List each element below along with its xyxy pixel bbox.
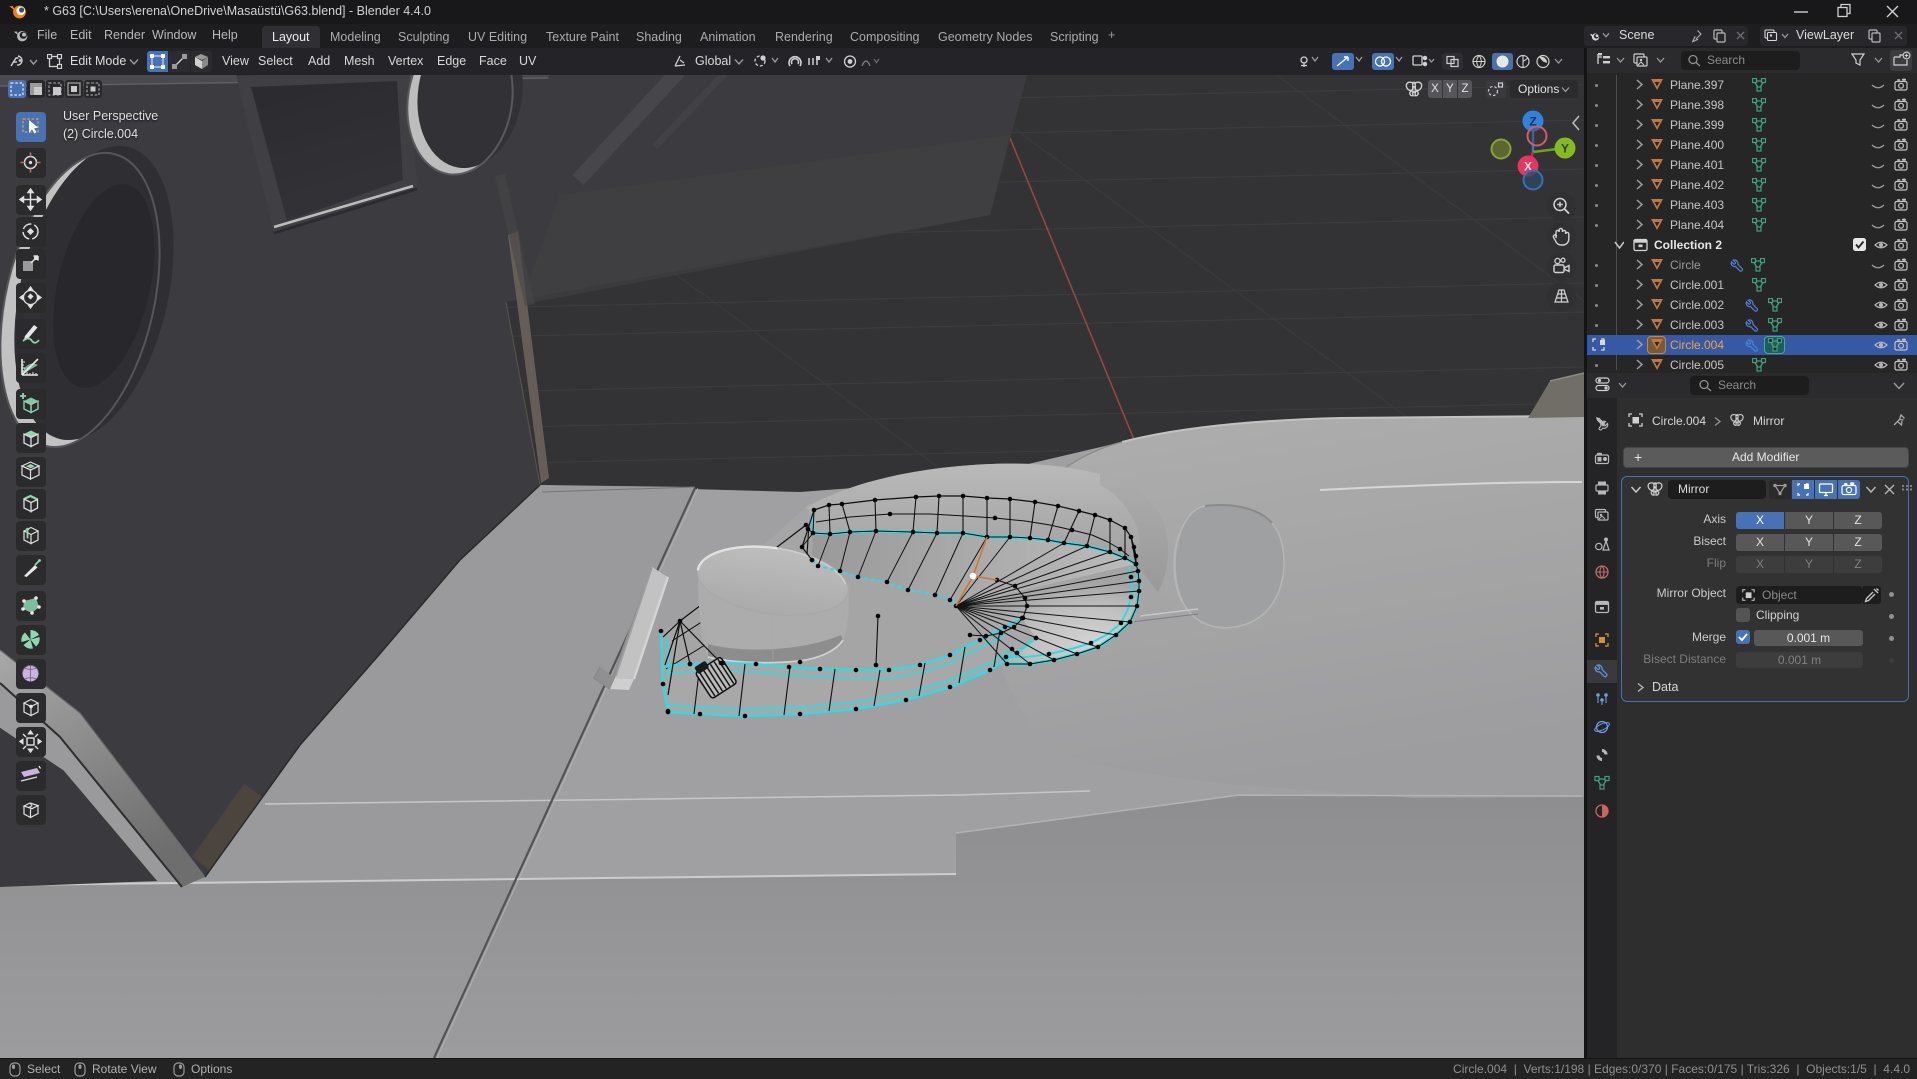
svg-text:Y: Y [1561, 142, 1569, 156]
